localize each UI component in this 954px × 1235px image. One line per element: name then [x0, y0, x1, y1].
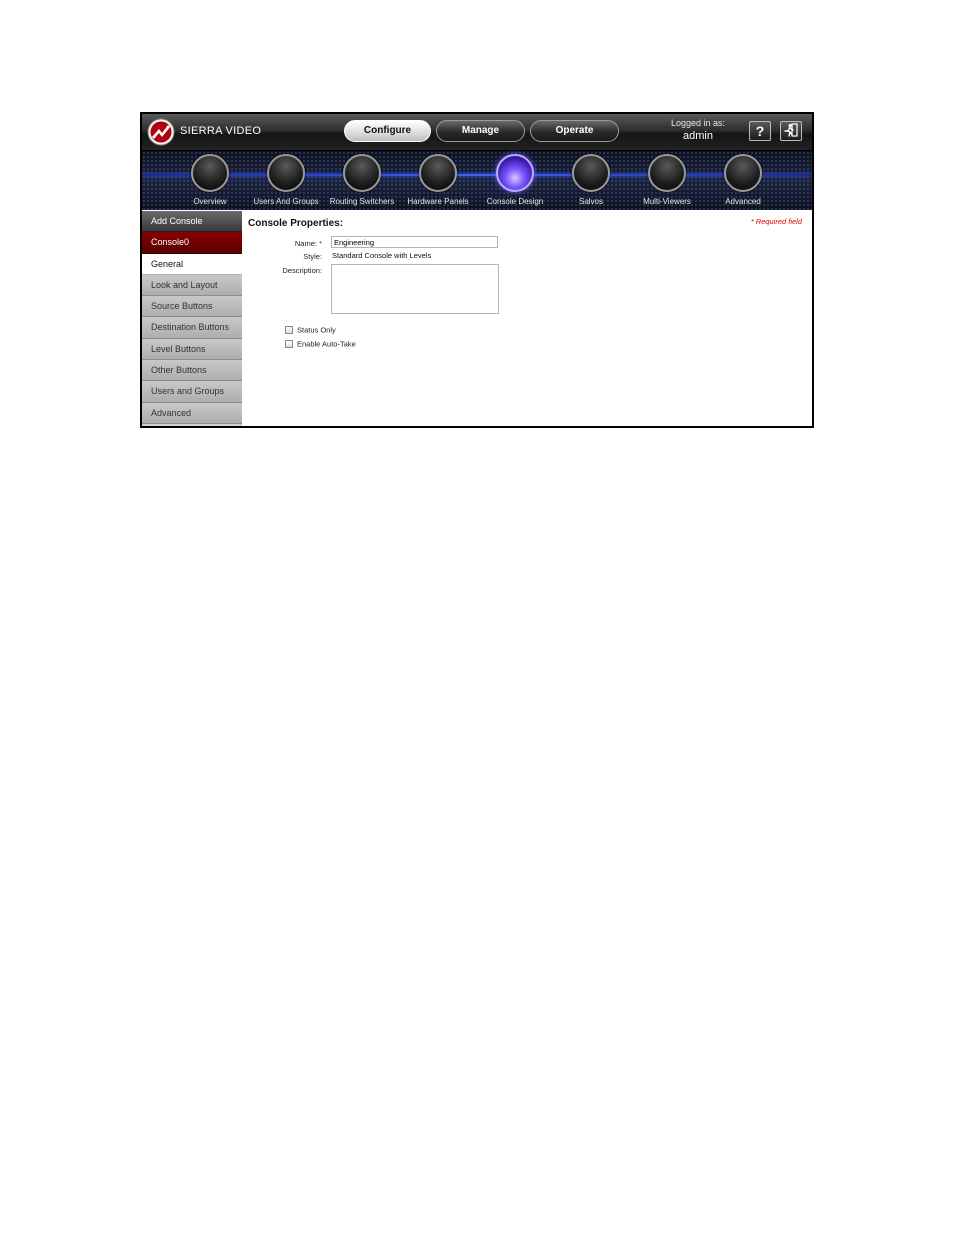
exit-running-man-icon: [784, 123, 798, 137]
sidebar-item-console0[interactable]: Console0: [142, 232, 242, 254]
sidebar-item-add-console[interactable]: Add Console: [142, 211, 242, 233]
sidebar-item-source-buttons[interactable]: Source Buttons: [142, 296, 242, 318]
enable-auto-take-checkbox[interactable]: [285, 340, 293, 349]
nav-routing-switchers[interactable]: Routing Switchers: [324, 151, 400, 210]
sidebar-item-level-buttons[interactable]: Level Buttons: [142, 338, 242, 361]
name-field[interactable]: [331, 236, 498, 248]
nav-label: Hardware Panels: [407, 197, 469, 206]
nav-salvos[interactable]: Salvos: [553, 151, 629, 210]
hardware-orb-icon: [419, 154, 457, 192]
enable-auto-take-label: Enable Auto-Take: [297, 339, 356, 349]
nav-overview[interactable]: Overview: [172, 151, 248, 210]
logged-in-user: admin: [683, 130, 713, 142]
console-properties-panel: Console Properties: * Required field Nam…: [242, 211, 812, 426]
nav-label: Salvos: [578, 197, 603, 206]
style-label: Style:: [303, 252, 322, 261]
sidebar-item-look-and-layout[interactable]: Look and Layout: [142, 274, 242, 297]
tab-manage[interactable]: Manage: [436, 120, 525, 142]
top-header: SIERRA VIDEO Configure Manage Operate Lo…: [142, 114, 812, 151]
section-nav: Overview Users And Groups Routing Switch…: [142, 151, 812, 210]
tab-configure[interactable]: Configure: [344, 120, 431, 142]
enable-auto-take-option: Enable Auto-Take: [285, 339, 356, 349]
nav-label: Routing Switchers: [329, 197, 395, 206]
status-only-option: Status Only: [285, 325, 336, 335]
sidebar-item-destination-buttons[interactable]: Destination Buttons: [142, 317, 242, 339]
nav-users-and-groups[interactable]: Users And Groups: [248, 151, 324, 210]
nav-console-design[interactable]: Console Design: [477, 151, 553, 210]
required-asterisk: *: [319, 239, 322, 248]
sidebar-item-advanced[interactable]: Advanced: [142, 402, 242, 424]
name-label: Name: *: [242, 239, 322, 248]
nav-multi-viewers[interactable]: Multi-Viewers: [629, 151, 705, 210]
overview-orb-icon: [191, 154, 229, 192]
users-orb-icon: [267, 154, 305, 192]
nav-hardware-panels[interactable]: Hardware Panels: [400, 151, 476, 210]
nav-advanced[interactable]: Advanced: [705, 151, 781, 210]
advanced-orb-icon: [724, 154, 762, 192]
sidebar-item-users-and-groups[interactable]: Users and Groups: [142, 381, 242, 403]
status-only-label: Status Only: [297, 325, 336, 335]
help-icon: ?: [755, 123, 765, 139]
logged-in-label: Logged in as:: [670, 118, 726, 128]
help-button[interactable]: ?: [749, 121, 771, 141]
page-title: Console Properties:: [248, 218, 344, 229]
nav-label: Overview: [193, 197, 227, 206]
sidebar-item-other-buttons[interactable]: Other Buttons: [142, 360, 242, 382]
login-status: Logged in as: admin: [662, 118, 734, 142]
required-field-note: * Required field: [750, 217, 802, 226]
multi-viewers-orb-icon: [648, 154, 686, 192]
console-design-orb-icon: [496, 154, 534, 192]
logout-button[interactable]: [780, 121, 802, 141]
nav-label: Advanced: [725, 197, 761, 206]
routing-orb-icon: [343, 154, 381, 192]
tab-operate[interactable]: Operate: [530, 120, 619, 142]
name-label-text: Name:: [294, 239, 317, 248]
sidebar-item-general[interactable]: General: [142, 253, 242, 275]
sierra-video-logo: [147, 118, 175, 146]
brand-name: SIERRA VIDEO: [180, 125, 262, 137]
description-label: Description:: [282, 266, 322, 275]
app-window: SIERRA VIDEO Configure Manage Operate Lo…: [140, 112, 814, 428]
status-only-checkbox[interactable]: [285, 326, 293, 335]
style-value: Standard Console with Levels: [332, 251, 432, 260]
nav-label: Users And Groups: [253, 197, 319, 206]
console-sidebar: Add Console Console0 General Look and La…: [142, 211, 242, 426]
nav-label: Console Design: [486, 197, 544, 206]
nav-label: Multi-Viewers: [643, 197, 691, 206]
description-field[interactable]: [331, 264, 499, 314]
salvos-orb-icon: [572, 154, 610, 192]
